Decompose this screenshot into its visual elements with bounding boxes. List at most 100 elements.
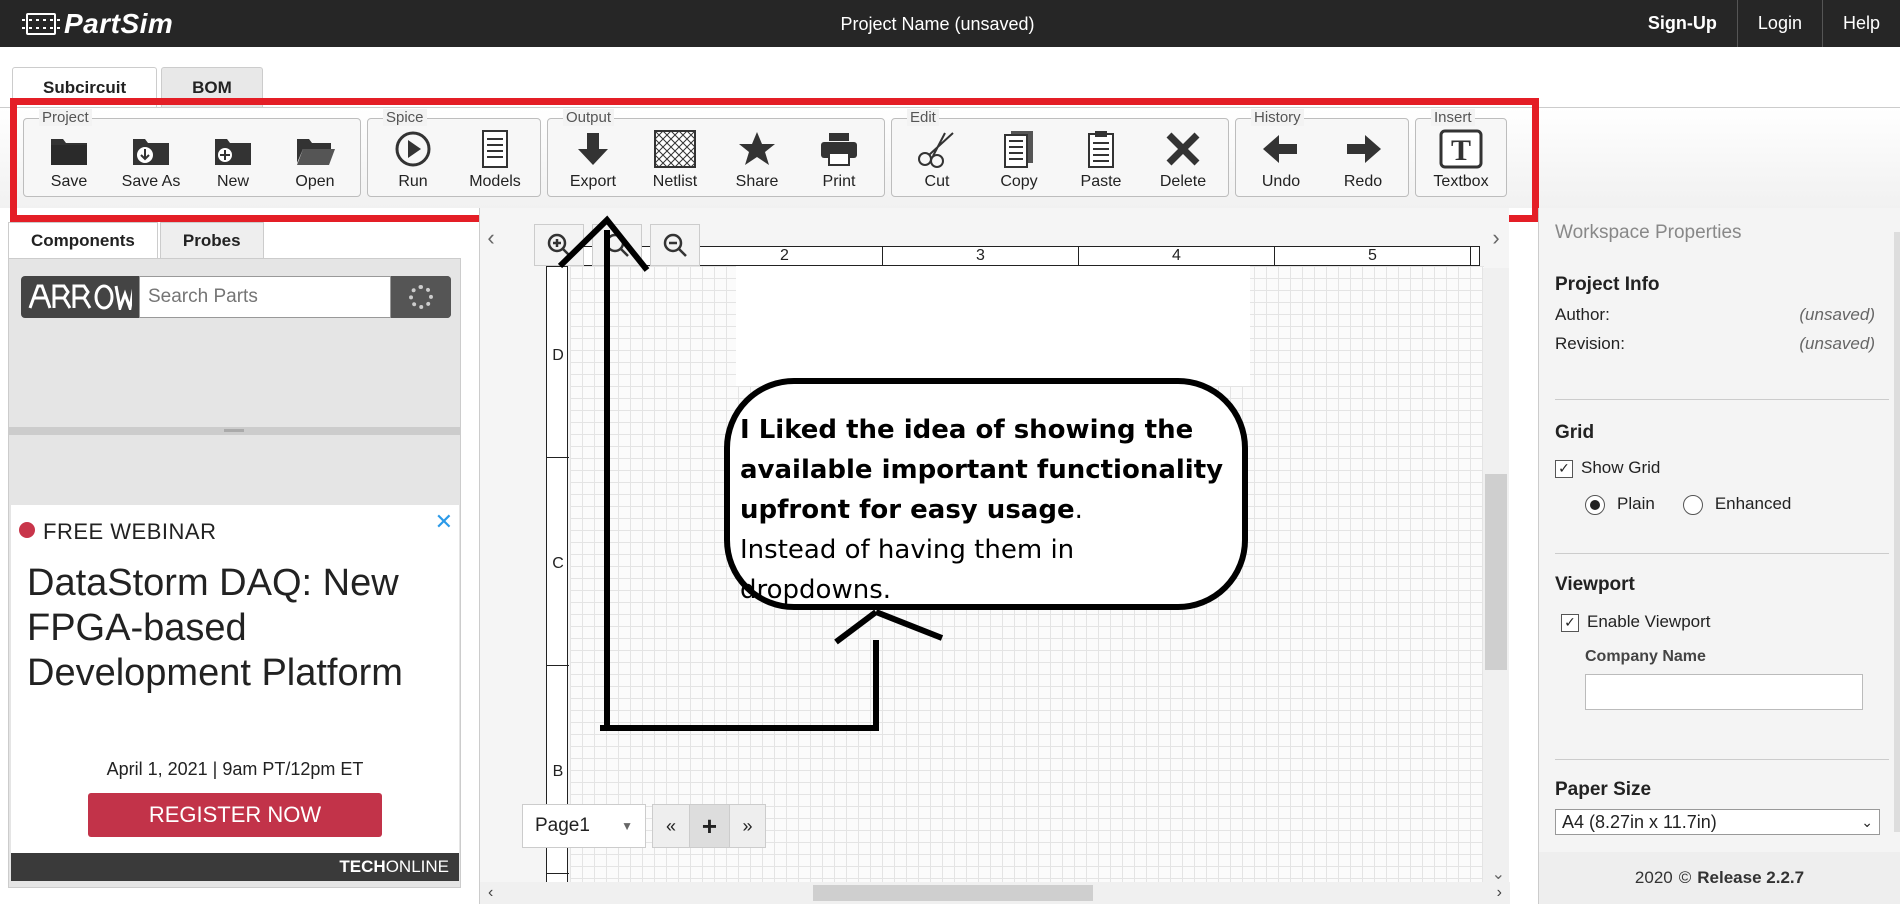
tool-label: Undo bbox=[1261, 173, 1301, 190]
show-grid-row[interactable]: ✓ Show Grid bbox=[1555, 458, 1875, 478]
divider bbox=[1555, 553, 1889, 554]
scroll-down-icon[interactable]: ⌄ bbox=[1492, 864, 1505, 884]
textbox-icon: T bbox=[1439, 129, 1483, 169]
vertical-scrollbar[interactable]: ⌄ bbox=[1483, 268, 1509, 888]
loading-spinner-icon bbox=[409, 285, 433, 309]
enable-viewport-row[interactable]: ✓ Enable Viewport bbox=[1561, 612, 1875, 632]
enhanced-option[interactable]: Enhanced bbox=[1682, 494, 1791, 515]
page-nav-buttons: « + » bbox=[652, 804, 766, 848]
enhanced-radio[interactable] bbox=[1682, 494, 1703, 515]
share-button[interactable]: Share bbox=[716, 129, 798, 195]
advertisement[interactable]: ✕ FREE WEBINAR DataStorm DAQ: New FPGA-b… bbox=[11, 505, 459, 881]
ruler-cell: 4 bbox=[1079, 247, 1275, 265]
redo-button[interactable]: Redo bbox=[1322, 129, 1404, 195]
plain-radio[interactable] bbox=[1585, 494, 1605, 515]
paste-button[interactable]: Paste bbox=[1060, 129, 1142, 195]
tool-label: Save bbox=[50, 173, 88, 190]
tool-label: Export bbox=[569, 173, 617, 190]
project-name[interactable]: Project Name (unsaved) bbox=[0, 14, 1875, 35]
play-icon bbox=[395, 131, 431, 167]
panel-scrollbar[interactable] bbox=[1894, 232, 1900, 832]
enable-viewport-label: Enable Viewport bbox=[1587, 612, 1711, 631]
project-info-section: Project Info Author: (unsaved) Revision:… bbox=[1555, 274, 1875, 354]
tool-label: Redo bbox=[1343, 173, 1383, 190]
netlist-button[interactable]: Netlist bbox=[634, 129, 716, 195]
scroll-right-button[interactable]: › bbox=[1483, 208, 1509, 268]
horizontal-scrollbar[interactable]: ‹ › bbox=[480, 882, 1510, 904]
vertical-scroll-thumb[interactable] bbox=[1485, 474, 1507, 670]
panel-title: Workspace Properties bbox=[1555, 222, 1742, 243]
record-dot-icon bbox=[19, 522, 35, 538]
component-tabs: Components Probes bbox=[8, 222, 264, 258]
close-icon[interactable]: ✕ bbox=[435, 509, 453, 535]
nav-login[interactable]: Login bbox=[1736, 0, 1822, 47]
textbox-button[interactable]: T Textbox bbox=[1420, 129, 1502, 195]
netlist-icon bbox=[654, 130, 696, 168]
open-button[interactable]: Open bbox=[274, 129, 356, 195]
zoom-controls bbox=[534, 224, 700, 266]
scroll-left-button[interactable]: ‹ bbox=[480, 208, 502, 268]
tool-label: Netlist bbox=[652, 173, 698, 190]
tab-components[interactable]: Components bbox=[8, 222, 158, 258]
chevron-down-icon: ⌄ bbox=[1861, 813, 1873, 830]
show-grid-checkbox[interactable]: ✓ bbox=[1555, 459, 1573, 478]
panel-splitter[interactable] bbox=[9, 427, 460, 435]
ad-sponsor: TECH ONLINE bbox=[11, 853, 459, 881]
save-as-button[interactable]: Save As bbox=[110, 129, 192, 195]
zoom-in-icon bbox=[547, 233, 571, 257]
cut-button[interactable]: Cut bbox=[896, 129, 978, 195]
components-body: ✕ FREE WEBINAR DataStorm DAQ: New FPGA-b… bbox=[8, 258, 461, 888]
horizontal-scroll-thumb[interactable] bbox=[813, 885, 1093, 901]
company-name-input[interactable] bbox=[1585, 674, 1863, 710]
delete-button[interactable]: Delete bbox=[1142, 129, 1224, 195]
copy-button[interactable]: Copy bbox=[978, 129, 1060, 195]
add-page-button[interactable]: + bbox=[689, 805, 729, 847]
search-button[interactable] bbox=[391, 276, 451, 318]
models-button[interactable]: Models bbox=[454, 129, 536, 195]
enable-viewport-checkbox[interactable]: ✓ bbox=[1561, 613, 1579, 632]
copy-icon bbox=[1004, 131, 1033, 168]
document-icon bbox=[482, 130, 508, 168]
tool-label: Copy bbox=[1000, 173, 1038, 190]
clipboard-icon bbox=[1088, 131, 1114, 168]
tool-label: Paste bbox=[1080, 173, 1122, 190]
save-button[interactable]: Save bbox=[28, 129, 110, 195]
run-button[interactable]: Run bbox=[372, 129, 454, 195]
search-parts-input[interactable] bbox=[139, 276, 391, 318]
undo-button[interactable]: Undo bbox=[1240, 129, 1322, 195]
export-button[interactable]: Export bbox=[552, 129, 634, 195]
author-label: Author: bbox=[1555, 305, 1610, 324]
new-button[interactable]: New bbox=[192, 129, 274, 195]
paper-size-section: Paper Size A4 (8.27in x 11.7in) ⌄ bbox=[1555, 779, 1880, 835]
section-heading: Grid bbox=[1555, 422, 1595, 443]
annotation-bubble: I Liked the idea of showing the availabl… bbox=[724, 378, 1248, 610]
tool-label: Models bbox=[469, 173, 521, 190]
scroll-left-arrow-icon[interactable]: ‹ bbox=[488, 884, 493, 902]
paper-size-select[interactable]: A4 (8.27in x 11.7in) ⌄ bbox=[1555, 809, 1880, 835]
tool-label: Print bbox=[822, 173, 856, 190]
scroll-right-arrow-icon[interactable]: › bbox=[1497, 884, 1502, 902]
next-page-button[interactable]: » bbox=[729, 805, 765, 847]
arrow-logo[interactable] bbox=[21, 276, 139, 318]
toolbar: Project Save Save As New Open Spice Run … bbox=[10, 98, 1539, 222]
nav-signup[interactable]: Sign-Up bbox=[1628, 0, 1737, 47]
nav-help[interactable]: Help bbox=[1821, 0, 1900, 47]
prev-page-button[interactable]: « bbox=[653, 805, 689, 847]
scissors-icon bbox=[918, 132, 954, 168]
zoom-fit-button[interactable] bbox=[592, 224, 642, 266]
tool-label: Run bbox=[398, 173, 428, 190]
arrow-brand-icon bbox=[28, 284, 132, 310]
paper-size-value: A4 (8.27in x 11.7in) bbox=[1562, 811, 1717, 832]
ruler-cell: 3 bbox=[883, 247, 1079, 265]
group-label: Output bbox=[563, 109, 615, 126]
plain-option[interactable]: Plain bbox=[1585, 494, 1655, 515]
print-button[interactable]: Print bbox=[798, 129, 880, 195]
toolbar-group-insert: Insert T Textbox bbox=[1415, 109, 1507, 197]
zoom-out-button[interactable] bbox=[650, 224, 700, 266]
footer-bar: 2020 © Release 2.2.7 bbox=[1539, 852, 1900, 904]
page-select[interactable]: Page1 ▼ bbox=[522, 804, 646, 848]
zoom-in-button[interactable] bbox=[534, 224, 584, 266]
ruler-mark: C bbox=[552, 555, 564, 572]
register-now-button[interactable]: REGISTER NOW bbox=[88, 793, 382, 837]
tab-probes[interactable]: Probes bbox=[159, 222, 264, 258]
